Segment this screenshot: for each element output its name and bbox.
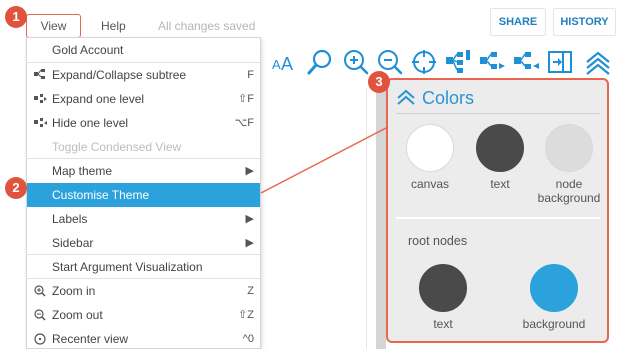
menu-item-zoom-in[interactable]: Zoom in Z <box>27 279 260 303</box>
menu-help[interactable]: Help <box>101 19 126 33</box>
menu-item-label: Toggle Condensed View <box>52 140 182 154</box>
top-bar: View Help All changes saved SHARE HISTOR… <box>0 0 619 40</box>
panel-title[interactable]: Colors <box>396 88 474 109</box>
view-menu-dropdown: Gold Account Expand/Collapse subtree F E… <box>26 37 261 349</box>
menu-shortcut: F <box>247 69 254 81</box>
menu-item-label: Zoom in <box>52 284 96 298</box>
swatch-label: node <box>555 177 583 191</box>
zoom-in-icon[interactable] <box>342 48 370 76</box>
colors-panel: Colors canvas text node background root … <box>386 78 609 343</box>
callout-badge-2: 2 <box>5 177 27 199</box>
menu-view[interactable]: View <box>26 14 81 38</box>
history-button[interactable]: HISTORY <box>553 8 616 36</box>
menu-shortcut: ⇧Z <box>238 309 254 321</box>
text-size-icon[interactable]: AA <box>270 48 298 76</box>
menu-item-label: Customise Theme <box>52 188 150 202</box>
submenu-arrow-icon: ▶ <box>245 165 254 177</box>
menu-item-recenter-view[interactable]: Recenter view ^0 <box>27 327 260 349</box>
node-background-color-swatch[interactable] <box>545 124 593 172</box>
menu-item-customise-theme[interactable]: Customise Theme <box>27 183 260 207</box>
recenter-icon[interactable] <box>410 48 438 76</box>
menu-item-expand-collapse[interactable]: Expand/Collapse subtree F <box>27 63 260 87</box>
swatch-label: background <box>537 191 601 205</box>
share-button[interactable]: SHARE <box>490 8 546 36</box>
menu-item-sidebar[interactable]: Sidebar ▶ <box>27 231 260 255</box>
toolbar: AA <box>262 42 619 82</box>
menu-item-expand-one-level[interactable]: Expand one level ⇧F <box>27 87 260 111</box>
recenter-icon <box>33 327 49 349</box>
menu-item-label: Expand/Collapse subtree <box>52 68 187 82</box>
callout-badge-1: 1 <box>5 6 27 28</box>
callout-badge-3: 3 <box>368 71 390 93</box>
menu-item-toggle-condensed: Toggle Condensed View <box>27 135 260 159</box>
submenu-arrow-icon: ▶ <box>245 237 254 249</box>
menu-item-map-theme[interactable]: Map theme ▶ <box>27 159 260 183</box>
collapse-sidebar-icon[interactable] <box>584 48 612 76</box>
canvas-divider <box>366 88 367 349</box>
menu-shortcut: ^0 <box>242 333 254 345</box>
menu-item-label: Map theme <box>52 164 113 178</box>
search-icon[interactable] <box>306 48 334 76</box>
menu-item-label: Sidebar <box>52 236 94 250</box>
sidebar-splitter[interactable] <box>376 88 386 349</box>
menu-item-label: Gold Account <box>52 43 124 57</box>
menu-item-label: Zoom out <box>52 308 103 322</box>
root-background-color-swatch[interactable] <box>530 264 578 312</box>
expand-level-icon[interactable] <box>478 48 506 76</box>
root-text-color-swatch[interactable] <box>419 264 467 312</box>
toggle-condensed-icon[interactable] <box>546 48 574 76</box>
menu-shortcut: ⌥F <box>234 117 254 129</box>
menu-item-labels[interactable]: Labels ▶ <box>27 207 260 231</box>
text-color-swatch[interactable] <box>476 124 524 172</box>
svg-text:A: A <box>281 54 293 74</box>
swatch-label: text <box>433 317 453 331</box>
canvas-color-swatch[interactable] <box>406 124 454 172</box>
menu-item-label: Expand one level <box>52 92 145 106</box>
svg-text:A: A <box>272 57 281 72</box>
menu-item-start-argument-visualization[interactable]: Start Argument Visualization <box>27 255 260 279</box>
save-status: All changes saved <box>158 19 256 33</box>
menu-item-label: Start Argument Visualization <box>52 260 203 274</box>
swatch-label: canvas <box>410 177 450 191</box>
menu-item-label: Recenter view <box>52 332 129 346</box>
expand-subtree-icon[interactable] <box>444 48 472 76</box>
menu-item-hide-one-level[interactable]: Hide one level ⌥F <box>27 111 260 135</box>
swatch-label: background <box>522 317 586 331</box>
menu-item-label: Labels <box>52 212 88 226</box>
menu-item-zoom-out[interactable]: Zoom out ⇧Z <box>27 303 260 327</box>
collapse-chevron-icon <box>396 88 416 106</box>
menu-shortcut: ⇧F <box>238 93 254 105</box>
hide-level-icon[interactable] <box>512 48 540 76</box>
menu-item-gold-account[interactable]: Gold Account <box>27 38 260 62</box>
swatch-label: text <box>490 177 510 191</box>
submenu-arrow-icon: ▶ <box>245 213 254 225</box>
panel-divider <box>396 217 600 219</box>
panel-divider <box>396 113 600 114</box>
menu-item-label: Hide one level <box>52 116 129 130</box>
panel-title-text: Colors <box>422 88 475 108</box>
root-nodes-heading: root nodes <box>408 234 468 248</box>
menu-shortcut: Z <box>247 285 254 297</box>
